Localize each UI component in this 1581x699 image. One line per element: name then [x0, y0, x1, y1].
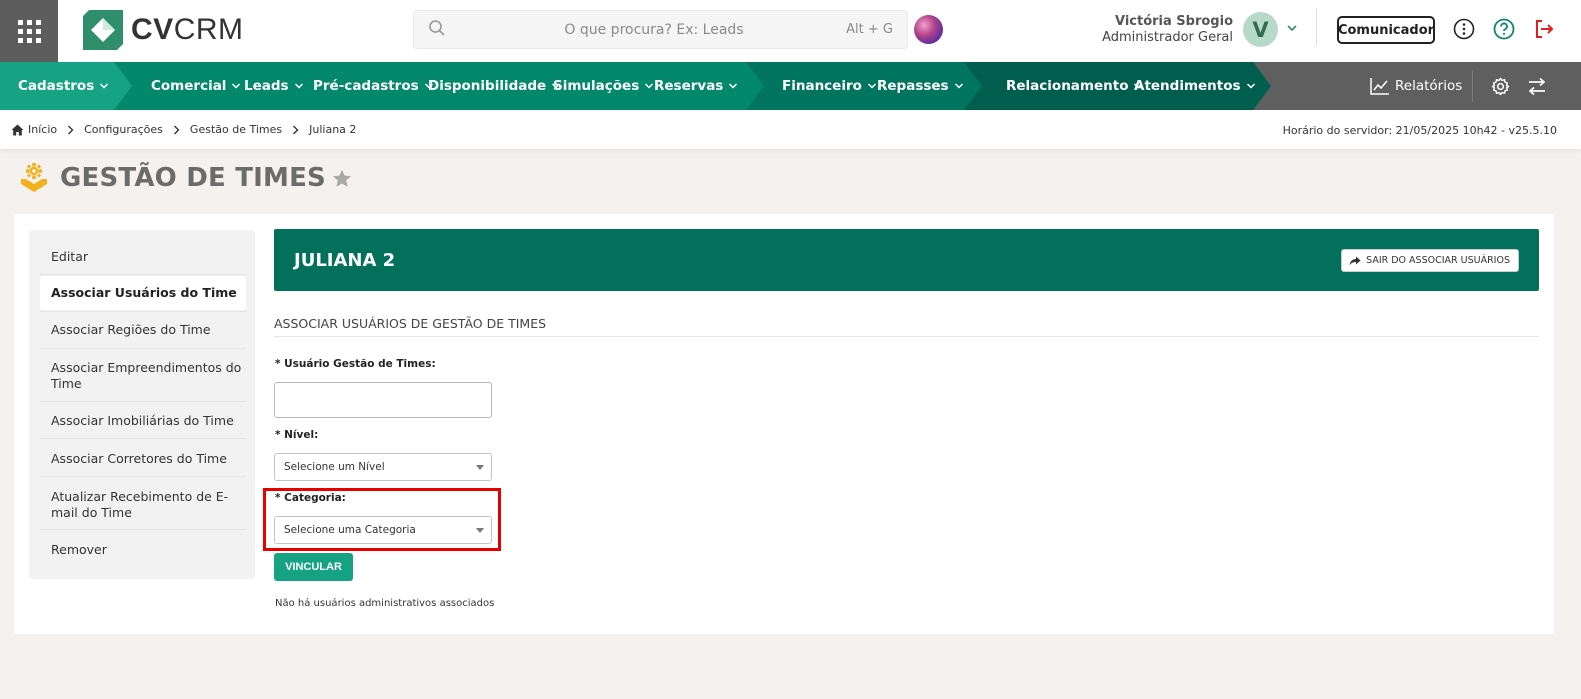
app-menu-button[interactable] [0, 0, 58, 62]
nav-repasses[interactable]: Repasses [877, 62, 964, 110]
chevron-right-icon [68, 125, 74, 134]
nav-comercial[interactable]: Comercial [151, 62, 241, 110]
search-icon [429, 20, 445, 36]
team-banner: JULIANA 2 SAIR DO ASSOCIAR USUÁRIOS [274, 229, 1539, 291]
chevron-down-icon [954, 83, 963, 89]
sidebar-item-associar-empreendimentos[interactable]: Associar Empreendimentos do Time [40, 360, 246, 392]
brand-logo[interactable]: CVCRM [83, 10, 244, 50]
sidebar-item-associar-corretores[interactable]: Associar Corretores do Time [40, 451, 246, 467]
nav-disponibilidade[interactable]: Disponibilidade [428, 62, 561, 110]
sidebar: Editar Associar Usuários do Time Associa… [29, 230, 255, 579]
section-divider [274, 336, 1539, 337]
exit-associate-users-button[interactable]: SAIR DO ASSOCIAR USUÁRIOS [1341, 249, 1519, 272]
sidebar-item-editar[interactable]: Editar [40, 249, 246, 265]
user-input[interactable] [274, 382, 492, 418]
logout-icon[interactable] [1533, 18, 1555, 40]
level-select-value: Selecione um Nível [284, 461, 385, 473]
home-icon [11, 124, 24, 135]
sidebar-item-associar-regioes[interactable]: Associar Regiões do Time [40, 322, 246, 338]
top-bar: CVCRM Alt + G Victória Sbrogio Administr… [0, 0, 1581, 62]
nav-reservas[interactable]: Reservas [654, 62, 738, 110]
ai-assistant-orb-icon[interactable] [914, 15, 943, 44]
breadcrumb-inicio[interactable]: Início [28, 123, 57, 136]
link-button[interactable]: VINCULAR [274, 553, 353, 581]
chevron-down-icon [867, 83, 876, 89]
server-time: Horário do servidor: 21/05/2025 10h42 - … [1282, 124, 1557, 137]
chevron-right-icon [173, 125, 180, 134]
user-field-label: * Usuário Gestão de Times: [275, 358, 436, 370]
breadcrumb: Início Configurações Gestão de Times Jul… [11, 123, 356, 136]
nav-financeiro[interactable]: Financeiro [782, 62, 877, 110]
switch-arrows-icon[interactable] [1527, 77, 1547, 96]
brand-name: CVCRM [131, 13, 244, 46]
chevron-down-icon [645, 83, 654, 89]
chevron-down-icon [100, 83, 109, 89]
main-nav: Cadastros Comercial Leads Pré-cadastros … [0, 62, 1581, 110]
gear-icon[interactable] [1491, 77, 1510, 96]
nav-relatorios[interactable]: Relatórios [1370, 62, 1462, 110]
sidebar-item-remover[interactable]: Remover [40, 542, 246, 558]
dropdown-arrow-icon [476, 465, 484, 470]
communicator-button[interactable]: Comunicador [1337, 16, 1435, 44]
chart-line-icon [1370, 78, 1389, 95]
user-name: Victória Sbrogio [1114, 14, 1233, 29]
logo-icon [83, 10, 123, 50]
sidebar-item-associar-usuarios[interactable]: Associar Usuários do Time [40, 276, 246, 310]
nav-cadastros[interactable]: Cadastros [18, 62, 109, 110]
page-title: GESTÃO DE TIMES [60, 163, 326, 193]
user-role: Administrador Geral [1102, 30, 1233, 45]
search-box[interactable]: Alt + G [413, 10, 908, 49]
page-header: GESTÃO DE TIMES [18, 162, 352, 194]
breadcrumb-configuracoes[interactable]: Configurações [84, 123, 163, 136]
breadcrumb-bar: Início Configurações Gestão de Times Jul… [0, 110, 1581, 149]
breadcrumb-current: Juliana 2 [309, 123, 357, 136]
chevron-down-icon [729, 83, 738, 89]
search-input[interactable] [474, 11, 834, 48]
favorite-star-icon[interactable] [332, 169, 352, 188]
section-title: ASSOCIAR USUÁRIOS DE GESTÃO DE TIMES [274, 316, 547, 331]
level-field-label: * Nível: [275, 429, 319, 441]
search-shortcut: Alt + G [846, 22, 893, 37]
sidebar-item-associar-imobiliarias[interactable]: Associar Imobiliárias do Time [40, 413, 246, 429]
highlight-box [263, 488, 501, 551]
chevron-down-icon [1246, 83, 1255, 89]
team-name: JULIANA 2 [294, 250, 396, 271]
sidebar-item-atualizar-recebimento[interactable]: Atualizar Recebimento de E-mail do Time [40, 489, 246, 521]
nav-simulacoes[interactable]: Simulações [553, 62, 654, 110]
breadcrumb-gestao-de-times[interactable]: Gestão de Times [190, 123, 282, 136]
chevron-down-icon [232, 83, 241, 89]
chevron-down-icon [294, 83, 303, 89]
team-gear-icon [21, 163, 47, 192]
header-divider [1316, 8, 1317, 46]
grid-icon [17, 19, 41, 43]
nav-pre-cadastros[interactable]: Pré-cadastros [313, 62, 434, 110]
share-arrow-icon [1349, 256, 1361, 265]
level-select[interactable]: Selecione um Nível [274, 453, 492, 481]
avatar[interactable]: V [1243, 12, 1278, 47]
nav-atendimentos[interactable]: Atendimentos [1134, 62, 1256, 110]
nav-leads[interactable]: Leads [244, 62, 304, 110]
nav-relacionamento[interactable]: Relacionamento [1006, 62, 1143, 110]
more-options-icon[interactable] [1453, 18, 1475, 40]
help-icon[interactable] [1493, 18, 1515, 40]
chevron-right-icon [293, 125, 299, 134]
empty-message: Não há usuários administrativos associad… [275, 598, 495, 609]
user-info[interactable]: Victória Sbrogio Administrador Geral [1102, 14, 1233, 46]
user-menu-chevron-down-icon[interactable] [1286, 23, 1298, 33]
